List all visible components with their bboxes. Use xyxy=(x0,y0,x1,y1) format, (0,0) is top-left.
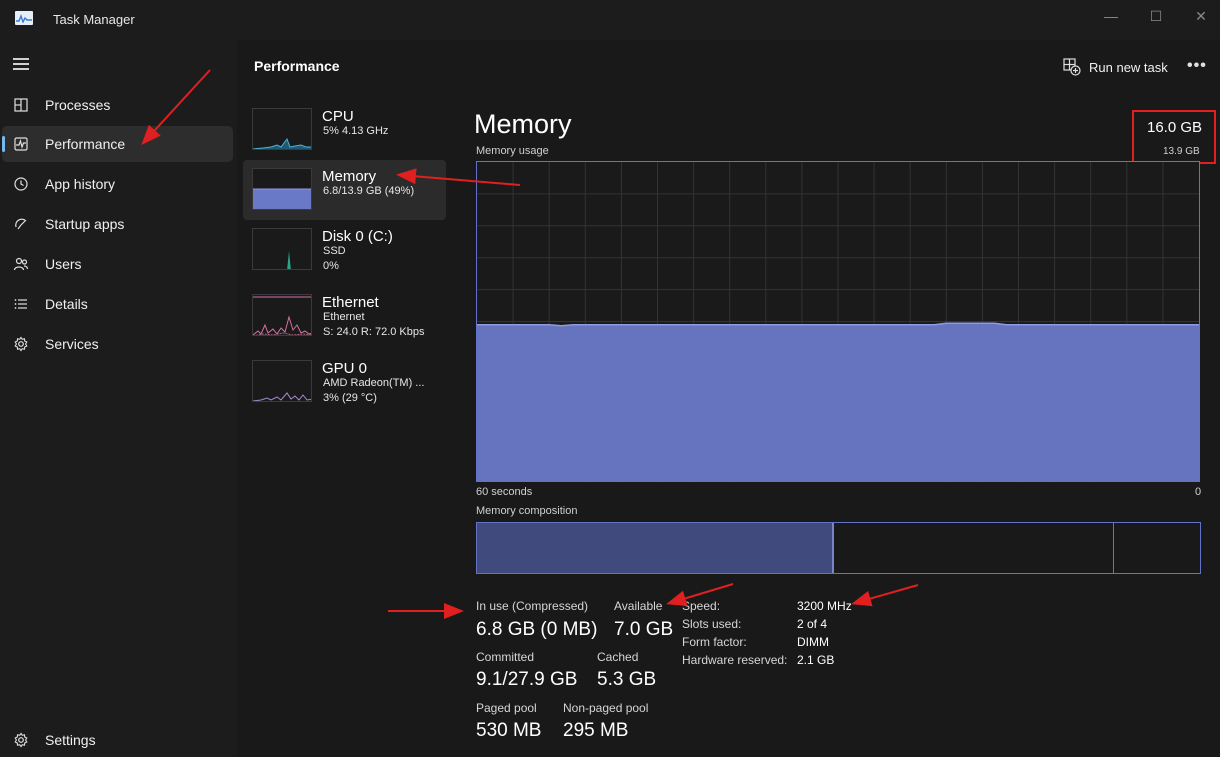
device-detail: 3% (29 °C) xyxy=(323,392,377,404)
services-icon xyxy=(14,336,28,352)
memory-title: Memory xyxy=(474,109,572,139)
sidebar-item-users[interactable]: Users xyxy=(2,246,233,282)
device-item-gpu[interactable]: GPU 0 AMD Radeon(TM) ... 3% (29 °C) xyxy=(243,352,446,412)
non-paged-pool-label: Non-paged pool xyxy=(563,701,649,715)
device-name: Ethernet xyxy=(322,294,379,311)
sidebar-item-label: Startup apps xyxy=(45,216,125,232)
settings-gear-icon xyxy=(14,732,28,748)
paged-pool-label: Paged pool xyxy=(476,701,537,715)
cpu-thumbnail-graph xyxy=(252,108,312,150)
sidebar-item-processes[interactable]: Processes xyxy=(2,87,233,123)
sidebar-item-label: Details xyxy=(45,296,88,312)
in-use-value: 6.8 GB (0 MB) xyxy=(476,619,598,640)
maximize-button[interactable]: ☐ xyxy=(1133,0,1179,32)
device-name: Disk 0 (C:) xyxy=(322,228,393,245)
memory-usage-label: Memory usage xyxy=(476,145,549,157)
non-paged-pool-value: 295 MB xyxy=(563,720,629,741)
sidebar-item-label: App history xyxy=(45,176,116,192)
available-label: Available xyxy=(614,599,663,613)
device-name: GPU 0 xyxy=(322,360,368,377)
composition-in-use-segment xyxy=(477,523,834,573)
cached-label: Cached xyxy=(597,650,639,664)
app-history-icon xyxy=(14,177,28,191)
committed-value: 9.1/27.9 GB xyxy=(476,669,578,690)
device-item-disk[interactable]: Disk 0 (C:) SSD 0% xyxy=(243,220,446,280)
more-options-button[interactable]: ••• xyxy=(1187,57,1207,75)
device-detail: 6.8/13.9 GB (49%) xyxy=(323,185,415,197)
device-item-memory[interactable]: Memory 6.8/13.9 GB (49%) xyxy=(243,160,446,220)
composition-standby-divider xyxy=(1113,523,1114,573)
slots-used-value: 2 of 4 xyxy=(797,617,828,631)
run-new-task-button[interactable]: Run new task xyxy=(1063,57,1168,77)
sidebar-item-services[interactable]: Services xyxy=(2,326,233,362)
close-button[interactable]: ✕ xyxy=(1178,0,1220,32)
device-item-ethernet[interactable]: Ethernet Ethernet S: 24.0 R: 72.0 Kbps xyxy=(243,286,446,346)
annotation-highlight-box xyxy=(1132,110,1216,164)
users-icon xyxy=(13,257,29,271)
sidebar-item-app-history[interactable]: App history xyxy=(2,166,233,202)
memory-usage-area xyxy=(477,323,1199,481)
sidebar-item-label: Performance xyxy=(45,136,126,152)
device-detail: Ethernet xyxy=(323,311,365,323)
speed-value: 3200 MHz xyxy=(797,599,852,613)
processes-icon xyxy=(14,98,28,112)
ethernet-thumbnail-graph xyxy=(252,294,312,336)
sidebar-item-settings[interactable]: Settings xyxy=(2,722,233,757)
sidebar-item-startup-apps[interactable]: Startup apps xyxy=(2,206,233,242)
active-indicator xyxy=(2,136,5,152)
performance-icon xyxy=(14,137,28,151)
in-use-label: In use (Compressed) xyxy=(476,599,589,613)
memory-usage-graph xyxy=(476,161,1200,482)
hamburger-menu-icon[interactable] xyxy=(13,58,29,70)
form-factor-value: DIMM xyxy=(797,635,829,649)
sidebar: Processes Performance App history Startu… xyxy=(0,40,237,757)
sidebar-item-label: Settings xyxy=(45,732,96,748)
memory-usage-graph-svg xyxy=(477,162,1199,481)
task-manager-app-icon xyxy=(15,11,33,25)
details-icon xyxy=(14,299,27,309)
sidebar-item-details[interactable]: Details xyxy=(2,286,233,322)
slots-used-label: Slots used: xyxy=(682,617,742,631)
device-detail: 5% 4.13 GHz xyxy=(323,125,389,137)
title-bar: Task Manager — ☐ ✕ xyxy=(0,0,1220,40)
hardware-reserved-label: Hardware reserved: xyxy=(682,653,788,667)
sidebar-item-performance[interactable]: Performance xyxy=(2,126,233,162)
hardware-reserved-value: 2.1 GB xyxy=(797,653,835,667)
main-panel: Performance Run new task ••• CPU 5% 4.13… xyxy=(237,40,1220,757)
memory-composition-label: Memory composition xyxy=(476,505,578,517)
window-title: Task Manager xyxy=(53,12,135,27)
available-value: 7.0 GB xyxy=(614,619,674,640)
disk-thumbnail-graph xyxy=(252,228,312,270)
graph-x-start-label: 60 seconds xyxy=(476,486,533,498)
device-name: CPU xyxy=(322,108,354,125)
run-new-task-label: Run new task xyxy=(1089,59,1168,75)
device-detail: AMD Radeon(TM) ... xyxy=(323,377,425,389)
speed-label: Speed: xyxy=(682,599,721,613)
startup-apps-icon xyxy=(15,218,27,230)
graph-x-end-label: 0 xyxy=(1195,486,1202,498)
device-item-cpu[interactable]: CPU 5% 4.13 GHz xyxy=(243,100,446,160)
cached-value: 5.3 GB xyxy=(597,669,657,690)
device-detail: SSD xyxy=(323,245,346,257)
memory-composition-bar xyxy=(476,522,1201,574)
device-detail: 0% xyxy=(323,260,339,272)
sidebar-item-label: Services xyxy=(45,336,99,352)
paged-pool-value: 530 MB xyxy=(476,720,542,741)
run-new-task-icon xyxy=(1063,58,1081,76)
sidebar-item-label: Users xyxy=(45,256,82,272)
device-detail: S: 24.0 R: 72.0 Kbps xyxy=(323,326,425,338)
sidebar-item-label: Processes xyxy=(45,97,111,113)
form-factor-label: Form factor: xyxy=(682,635,747,649)
device-name: Memory xyxy=(322,168,377,185)
minimize-button[interactable]: — xyxy=(1088,0,1134,32)
committed-label: Committed xyxy=(476,650,535,664)
page-title: Performance xyxy=(254,58,340,74)
memory-thumbnail-graph xyxy=(252,168,312,210)
gpu-thumbnail-graph xyxy=(252,360,312,402)
